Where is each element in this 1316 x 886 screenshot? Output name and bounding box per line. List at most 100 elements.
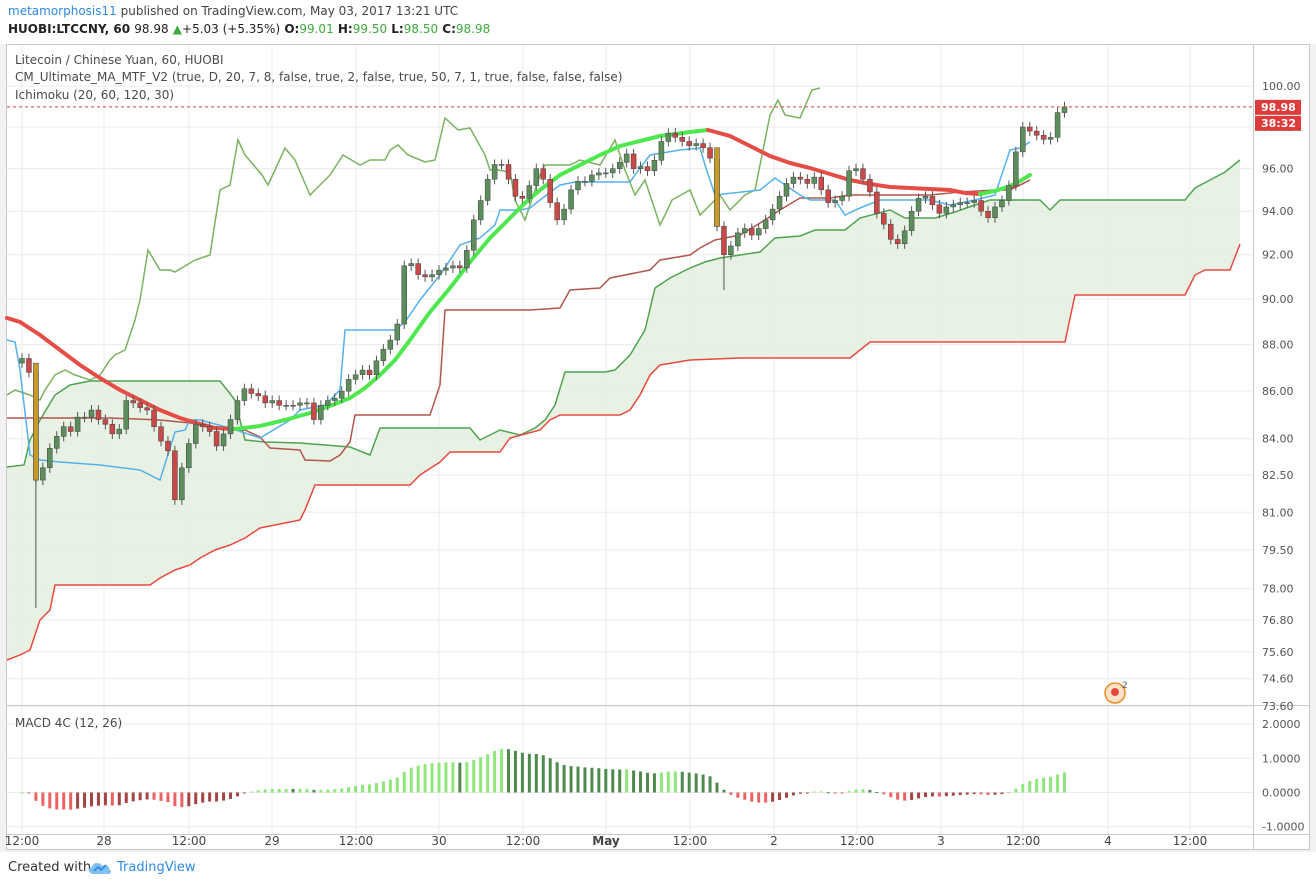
- candle-down: [1040, 134, 1047, 140]
- tradingview-cloud-icon: [89, 863, 111, 874]
- macd-axis-label: 2.0000: [1262, 718, 1301, 731]
- macd-bar-positive: [1007, 792, 1011, 794]
- candle-down: [248, 388, 255, 394]
- macd-bar-positive: [708, 776, 712, 793]
- candle-highlight: [714, 147, 720, 227]
- candle-down: [630, 153, 637, 169]
- candle-up: [401, 265, 407, 325]
- macd-bar-negative: [785, 792, 788, 798]
- macd-bar-negative: [83, 792, 87, 808]
- macd-axis-label: 0.0000: [1262, 787, 1301, 800]
- candle-up: [992, 206, 998, 218]
- price-axis-label: 90.00: [1262, 293, 1294, 306]
- candle-up: [610, 168, 616, 174]
- ma-line-red-segment: [706, 128, 982, 196]
- ichimoku-cloud: [7, 160, 1240, 660]
- macd-bar-negative: [90, 792, 93, 807]
- time-axis-label: 2: [770, 834, 778, 848]
- candle-up: [908, 210, 915, 231]
- candle-down: [554, 202, 560, 221]
- candle-down: [985, 210, 991, 218]
- macd-axis-label: 1.0000: [1262, 752, 1301, 765]
- time-axis: 12:00 28 12:00 29 12:00 30 12:00 May 12:00 2 12:00…: [5, 834, 1208, 848]
- macd-bar-negative: [152, 792, 156, 800]
- candle-up: [637, 166, 644, 169]
- candle-down: [1027, 126, 1033, 132]
- event-marker-dot: [1111, 688, 1119, 696]
- macd-bar-negative: [833, 792, 837, 794]
- candle-up: [735, 232, 741, 247]
- macd-bar-negative: [764, 792, 768, 803]
- candle-up: [790, 176, 797, 184]
- macd-bar-negative: [924, 792, 927, 798]
- macd-bar-positive: [465, 762, 469, 793]
- ichimoku-layer: [6, 87, 1241, 661]
- macd-bar-positive: [333, 789, 337, 793]
- macd-bar-negative: [62, 792, 66, 810]
- time-axis-label: 12:00: [1173, 834, 1208, 848]
- candle-up: [742, 228, 748, 234]
- price-axis-label: 73.60: [1262, 700, 1294, 713]
- macd-bar-positive: [694, 773, 698, 793]
- macd-bar-positive: [847, 791, 851, 793]
- candle-up: [964, 202, 970, 204]
- candle-up: [1061, 106, 1068, 113]
- candle-down: [874, 191, 880, 214]
- candle-down: [700, 143, 706, 148]
- candle-up: [1054, 112, 1061, 138]
- candle-up: [380, 348, 387, 362]
- macd-bar-positive: [374, 783, 378, 793]
- candle-up: [901, 230, 908, 245]
- candle-down: [457, 265, 463, 269]
- macd-bar-negative: [131, 792, 135, 802]
- time-axis-label: 12:00: [673, 834, 708, 848]
- price-axis-label: 79.50: [1262, 544, 1294, 557]
- candle-down: [151, 409, 157, 427]
- candle-down: [888, 223, 894, 240]
- price-axis: 100.0098.0096.0094.0092.0090.0088.0086.0…: [1262, 80, 1304, 834]
- macd-bar-positive: [527, 753, 531, 793]
- macd-bar-negative: [937, 792, 941, 797]
- macd-bar-positive: [562, 764, 566, 793]
- candle-down: [137, 402, 143, 408]
- macd-bar-positive: [298, 788, 302, 793]
- macd-bar-negative: [791, 792, 795, 796]
- macd-bar-positive: [430, 763, 434, 793]
- price-axis-label: 100.00: [1262, 80, 1301, 93]
- candle-down: [262, 395, 268, 404]
- candle-down: [1033, 130, 1040, 136]
- countdown-tag-text: 38:32: [1261, 117, 1296, 130]
- macd-bar-negative: [805, 792, 809, 794]
- time-axis-label: 12:00: [339, 834, 374, 848]
- macd-bar-negative: [124, 792, 128, 804]
- macd-bar-positive: [1014, 788, 1018, 793]
- macd-bar-negative: [958, 792, 962, 796]
- candle-down: [540, 168, 546, 180]
- chart-canvas[interactable]: 100.0098.0096.0094.0092.0090.0088.0086.0…: [0, 0, 1316, 886]
- candle-up: [971, 200, 977, 203]
- macd-bar-positive: [590, 767, 594, 793]
- candle-up: [603, 172, 609, 175]
- candle-down: [894, 239, 901, 245]
- candle-up: [999, 200, 1005, 208]
- candle-up: [568, 189, 574, 210]
- tradingview-link[interactable]: TradingView: [117, 860, 196, 875]
- macd-bar-negative: [750, 792, 754, 802]
- macd-bar-negative: [166, 792, 170, 803]
- candle-up: [498, 164, 505, 166]
- candle-up: [88, 409, 95, 418]
- macd-bar-positive: [402, 771, 406, 793]
- candle-up: [47, 448, 53, 469]
- candle-up: [394, 323, 401, 341]
- candle-down: [505, 164, 512, 180]
- candle-up: [575, 181, 581, 191]
- candle-down: [519, 195, 526, 199]
- candle-up: [943, 206, 950, 214]
- candle-up: [957, 202, 963, 206]
- candle-down: [686, 141, 692, 146]
- legend-title: Litecoin / Chinese Yuan, 60, HUOBI: [15, 53, 224, 67]
- macd-bar-positive: [513, 750, 517, 793]
- candle-down: [213, 431, 220, 447]
- macd-bar-positive: [388, 779, 392, 793]
- macd-bar-negative: [27, 792, 31, 794]
